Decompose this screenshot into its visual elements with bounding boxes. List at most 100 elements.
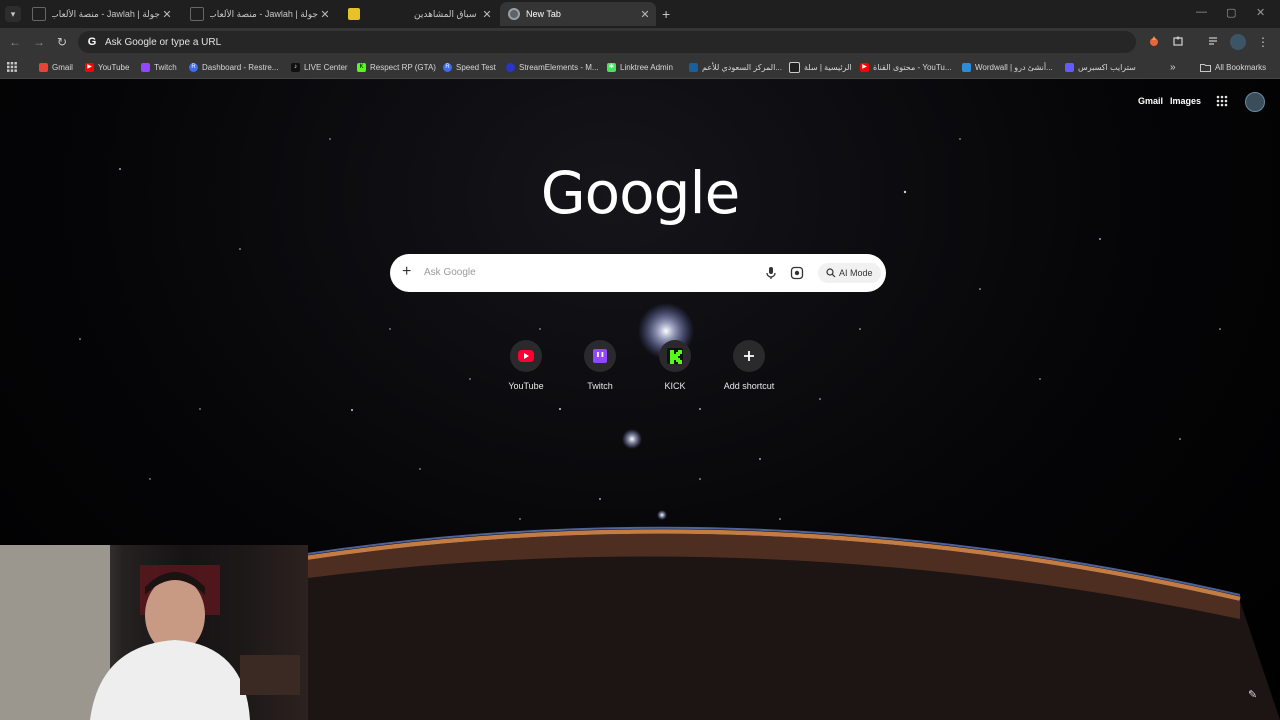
- shortcut-kick[interactable]: KICK: [638, 340, 712, 391]
- tab-jawlah-2[interactable]: جولة | Jawlah - منصة الألعاب الت... ✕: [182, 2, 336, 26]
- extensions-menu-button[interactable]: [1171, 35, 1185, 49]
- restream-icon: R: [189, 62, 198, 72]
- media-controls-icon: [1209, 37, 1217, 45]
- new-tab-button[interactable]: +: [662, 6, 670, 22]
- youtube-icon: [518, 350, 534, 362]
- search-box[interactable]: + Ask Google AI Mode: [390, 254, 886, 292]
- bookmark-label: Linktree Admin: [620, 62, 673, 72]
- bookmark-label: Twitch: [154, 62, 177, 72]
- apps-shortcut[interactable]: [7, 61, 17, 73]
- close-window-button[interactable]: ✕: [1256, 6, 1265, 19]
- fire-extension-icon: [1150, 36, 1158, 46]
- all-bookmarks-label: All Bookmarks: [1215, 62, 1267, 72]
- minimize-button[interactable]: —: [1196, 6, 1207, 18]
- back-button[interactable]: ←: [9, 35, 21, 49]
- profile-button[interactable]: [1230, 34, 1246, 50]
- tab-title: جولة | Jawlah - منصة الألعاب الت...: [210, 8, 318, 19]
- youtube-icon: ▶: [860, 62, 869, 72]
- kick-icon: [667, 348, 683, 364]
- wordwall-icon: [962, 62, 971, 72]
- bookmark-label: محتوى القناة - YouTu...: [873, 62, 952, 72]
- omnibox[interactable]: G Ask Google or type a URL: [78, 31, 1136, 53]
- bookmark-respect-rp[interactable]: K Respect RP (GTA): [357, 61, 436, 73]
- linktree-icon: ✱: [607, 62, 616, 72]
- chrome-menu-button[interactable]: ⋮: [1256, 35, 1270, 49]
- account-avatar[interactable]: [1245, 92, 1265, 112]
- folder-icon: [1200, 63, 1211, 72]
- bookmark-streamelements[interactable]: StreamElements - M...: [506, 61, 599, 73]
- bookmark-twitch[interactable]: Twitch: [141, 61, 177, 73]
- streamelements-icon: [506, 62, 515, 72]
- tab-strip: ▾ جولة | Jawlah - منصة الألعاب الت... ✕ …: [0, 0, 1280, 28]
- bookmark-label: LIVE Center: [304, 62, 348, 72]
- bookmark-label: سترايب اكسبرس: [1078, 62, 1136, 72]
- arrow-right-icon: →: [33, 35, 45, 49]
- ai-search-icon: [826, 268, 836, 278]
- close-icon[interactable]: ✕: [480, 8, 494, 21]
- close-icon[interactable]: ✕: [638, 8, 652, 21]
- plus-icon[interactable]: +: [402, 263, 411, 281]
- shortcut-twitch[interactable]: Twitch: [563, 340, 637, 391]
- speedtest-icon: R: [443, 62, 452, 72]
- gmail-icon: [39, 62, 48, 72]
- bookmark-linktree[interactable]: ✱ Linktree Admin: [607, 61, 673, 73]
- bookmark-stripe[interactable]: سترايب اكسبرس: [1065, 61, 1136, 73]
- tab-viewers-race[interactable]: سباق المشاهدين ✕: [370, 2, 498, 26]
- center-icon: [689, 62, 698, 72]
- apps-grid-icon: [7, 62, 17, 72]
- webcam-overlay: [0, 545, 308, 720]
- twitch-icon: [141, 62, 150, 72]
- ai-mode-button[interactable]: AI Mode: [818, 263, 881, 283]
- shortcut-label: KICK: [664, 381, 686, 391]
- plus-icon: +: [662, 6, 671, 22]
- gmail-link[interactable]: Gmail: [1138, 96, 1163, 106]
- bookmark-label: Gmail: [52, 62, 73, 72]
- bookmark-label: المركز السعودي للأعم...: [702, 62, 782, 72]
- shortcut-youtube[interactable]: YouTube: [489, 340, 563, 391]
- bookmark-label: StreamElements - M...: [519, 62, 599, 72]
- bookmark-youtube[interactable]: ▶ YouTube: [85, 61, 129, 73]
- bookmark-live-center[interactable]: ♪ LIVE Center: [291, 61, 348, 73]
- images-link[interactable]: Images: [1170, 96, 1201, 106]
- bookmark-saudi-center[interactable]: المركز السعودي للأعم...: [689, 61, 782, 73]
- bookmark-wordwall[interactable]: Wordwall | أنشئ درو...: [962, 61, 1053, 73]
- close-icon[interactable]: ✕: [318, 8, 332, 21]
- reload-button[interactable]: ↻: [57, 35, 67, 49]
- tab-pinned[interactable]: [340, 2, 366, 26]
- bookmark-label: Wordwall | أنشئ درو...: [975, 62, 1053, 72]
- close-icon: ✕: [1256, 7, 1266, 19]
- forward-button[interactable]: →: [33, 35, 45, 49]
- omnibox-placeholder: Ask Google or type a URL: [105, 36, 222, 48]
- bookmark-youtube-content[interactable]: ▶ محتوى القناة - YouTu...: [860, 61, 952, 73]
- customize-chrome-button[interactable]: ✎: [1248, 688, 1257, 701]
- media-controls-button[interactable]: [1207, 35, 1221, 49]
- pencil-icon: ✎: [1248, 689, 1258, 701]
- shortcut-tile: [659, 340, 691, 372]
- microphone-icon[interactable]: [764, 266, 778, 280]
- stripe-icon: [1065, 62, 1074, 72]
- jawlah-icon: [32, 7, 46, 21]
- google-logo: Google: [540, 159, 741, 227]
- extension-button[interactable]: [1147, 35, 1161, 49]
- bookmark-speed-test[interactable]: R Speed Test: [443, 61, 496, 73]
- tab-search-button[interactable]: ▾: [5, 6, 21, 22]
- maximize-button[interactable]: ▢: [1226, 6, 1236, 19]
- salla-icon: [789, 61, 800, 73]
- bookmark-gmail[interactable]: Gmail: [39, 61, 73, 73]
- add-shortcut-button[interactable]: Add shortcut: [712, 340, 786, 391]
- google-apps-icon[interactable]: [1216, 95, 1228, 107]
- reload-icon: ↻: [57, 35, 68, 49]
- all-bookmarks-button[interactable]: All Bookmarks: [1200, 61, 1266, 73]
- close-icon[interactable]: ✕: [160, 8, 174, 21]
- kick-icon: K: [357, 62, 366, 72]
- bookmarks-overflow-button[interactable]: »: [1170, 61, 1176, 73]
- more-vert-icon: ⋮: [1257, 35, 1269, 49]
- tab-new-tab[interactable]: New Tab ✕: [500, 2, 656, 26]
- tab-jawlah-1[interactable]: جولة | Jawlah - منصة الألعاب الت... ✕: [24, 2, 178, 26]
- bookmark-salla[interactable]: الرئيسية | سلة: [789, 61, 852, 73]
- bookmark-restream[interactable]: R Dashboard - Restre...: [189, 61, 278, 73]
- ai-mode-label: AI Mode: [839, 268, 873, 278]
- google-lens-icon[interactable]: [790, 266, 804, 280]
- google-g-icon: G: [87, 36, 97, 48]
- bookmark-label: Respect RP (GTA): [370, 62, 436, 72]
